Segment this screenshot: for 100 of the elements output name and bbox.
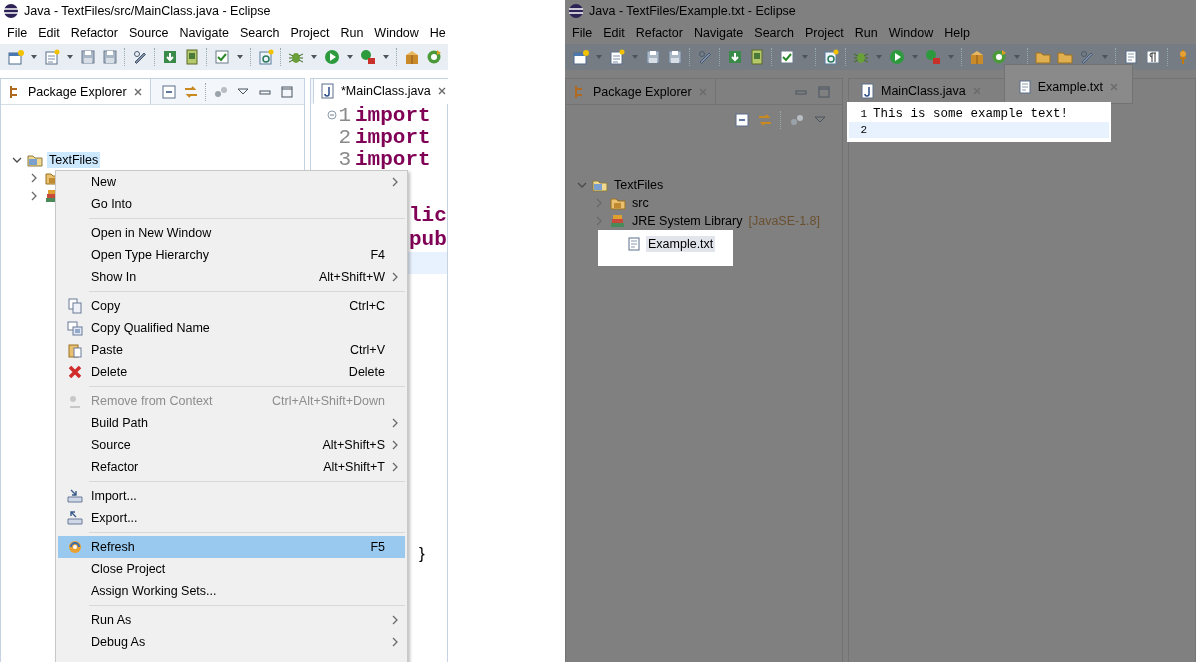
- circles-icon[interactable]: [789, 112, 805, 128]
- checkbox-icon[interactable]: [214, 49, 230, 65]
- menu-item[interactable]: Search: [754, 26, 794, 40]
- shortcut-text: Delete: [347, 365, 385, 379]
- menu-item[interactable]: Run: [854, 26, 878, 40]
- package-icon[interactable]: [969, 49, 985, 65]
- menu-item[interactable]: Copy Qualified Name: [58, 317, 405, 339]
- menu-item[interactable]: Navigate: [179, 26, 229, 40]
- collapse-all-icon[interactable]: [160, 83, 177, 100]
- menu-item[interactable]: Window: [888, 26, 934, 40]
- caret-icon[interactable]: [382, 53, 390, 61]
- menu-item[interactable]: Delete Delete: [58, 361, 405, 383]
- document-icon[interactable]: [1123, 49, 1139, 65]
- download-icon[interactable]: [727, 49, 743, 65]
- tree-item[interactable]: src: [630, 195, 651, 211]
- caret-icon[interactable]: [310, 53, 318, 61]
- caret-icon[interactable]: [236, 53, 244, 61]
- menu-item[interactable]: Show In Alt+Shift+W: [58, 266, 405, 288]
- menu-item[interactable]: Run As: [58, 609, 405, 631]
- chip-icon[interactable]: [749, 49, 765, 65]
- java-file-icon: [860, 83, 876, 99]
- save-all-icon[interactable]: [102, 49, 118, 65]
- collapse-all-icon[interactable]: [734, 112, 750, 128]
- caret-icon[interactable]: [30, 53, 38, 61]
- menu-item[interactable]: File: [7, 26, 28, 40]
- menu-item[interactable]: Refactor: [70, 26, 118, 40]
- save-icon[interactable]: [80, 49, 96, 65]
- shortcut-text: Alt+Shift+T: [322, 460, 385, 474]
- view-tab[interactable]: Package Explorer: [1, 79, 151, 104]
- checkbox-icon[interactable]: [779, 49, 795, 65]
- play-icon[interactable]: [889, 49, 905, 65]
- chevron-right-icon: [390, 439, 400, 451]
- download-icon[interactable]: [162, 49, 178, 65]
- editor-tab[interactable]: Example.txt: [1003, 64, 1134, 104]
- caret-icon[interactable]: [346, 53, 354, 61]
- save-icon[interactable]: [645, 49, 661, 65]
- project-folder-icon: [27, 152, 43, 168]
- save-all-icon[interactable]: [667, 49, 683, 65]
- menu-item[interactable]: Refactor: [635, 26, 683, 40]
- refresh-icon[interactable]: [991, 49, 1007, 65]
- caret-icon[interactable]: [66, 53, 74, 61]
- shortcut-text: Ctrl+Alt+Shift+Down: [271, 394, 385, 408]
- menu-item[interactable]: Debug As: [58, 631, 405, 653]
- menu-item[interactable]: Edit: [603, 26, 625, 40]
- editor-tab[interactable]: *MainClass.java: [313, 78, 448, 104]
- menu-item[interactable]: Help: [944, 26, 970, 40]
- menu-item[interactable]: Source Alt+Shift+S: [58, 434, 405, 456]
- new-file-icon[interactable]: [44, 49, 60, 65]
- maximize-icon[interactable]: [278, 83, 295, 100]
- menu-item[interactable]: Refactor Alt+Shift+T: [58, 456, 405, 478]
- menu-item[interactable]: Go Into: [58, 193, 405, 215]
- menu-item[interactable]: Search: [239, 26, 280, 40]
- code-text: import: [355, 147, 431, 171]
- menu-item[interactable]: Assign Working Sets...: [58, 580, 405, 602]
- tab-label: Package Explorer: [593, 84, 692, 99]
- line-number: 1: [860, 108, 867, 120]
- text-file-icon: [626, 236, 642, 252]
- menu-item[interactable]: Edit: [38, 26, 60, 40]
- tab-label: Package Explorer: [28, 84, 127, 99]
- line-number: 1: [338, 103, 351, 127]
- menu-item[interactable]: New: [58, 171, 405, 193]
- text-file-icon: [1016, 79, 1033, 95]
- menu-item[interactable]: Refresh F5: [58, 536, 405, 558]
- menu-item[interactable]: Build Path: [58, 412, 405, 434]
- paragraph-icon[interactable]: [1145, 49, 1161, 65]
- menu-item[interactable]: Export...: [58, 507, 405, 529]
- menu-item[interactable]: Open in New Window: [58, 222, 405, 244]
- tree-item[interactable]: TextFiles: [47, 152, 101, 168]
- play-icon[interactable]: [324, 49, 340, 65]
- menu-item[interactable]: Open Type Hierarchy F4: [58, 244, 405, 266]
- menu-item[interactable]: Source: [128, 26, 169, 40]
- tree-item[interactable]: TextFiles: [612, 177, 666, 193]
- new-file-icon[interactable]: [609, 49, 625, 65]
- link-icon[interactable]: [182, 83, 199, 100]
- chevron-right-icon: [390, 614, 400, 626]
- chip-icon[interactable]: [184, 49, 200, 65]
- menu-item[interactable]: Project: [804, 26, 844, 40]
- menu-item[interactable]: Import...: [58, 485, 405, 507]
- menu-item[interactable]: Navigate: [693, 26, 744, 40]
- refresh-icon[interactable]: [426, 49, 442, 65]
- menu-item[interactable]: File: [572, 26, 593, 40]
- menu-item[interactable]: Paste Ctrl+V: [58, 339, 405, 361]
- editor-tab[interactable]: MainClass.java: [853, 78, 990, 104]
- books-icon: [610, 213, 626, 229]
- new-window-icon[interactable]: [573, 49, 589, 65]
- menu-item[interactable]: Run: [340, 26, 364, 40]
- fold-icon[interactable]: [327, 110, 338, 120]
- tree-item[interactable]: Example.txt: [646, 236, 716, 252]
- menu-item[interactable]: Close Project: [58, 558, 405, 580]
- chevron-right-icon: [390, 271, 400, 283]
- package-icon[interactable]: [404, 49, 420, 65]
- window-title: Java - TextFiles/Example.txt - Eclipse: [589, 4, 796, 18]
- menu-item[interactable]: Copy Ctrl+C: [58, 295, 405, 317]
- new-window-icon[interactable]: [8, 49, 24, 65]
- tree-item-decoration: [JavaSE-1.8]: [748, 214, 821, 228]
- copy-icon: [66, 320, 83, 336]
- menu-item[interactable]: Window: [374, 26, 419, 40]
- tree-item[interactable]: JRE System Library: [630, 213, 745, 229]
- menu-item[interactable]: Project: [290, 26, 330, 40]
- menu-item[interactable]: He: [429, 26, 446, 40]
